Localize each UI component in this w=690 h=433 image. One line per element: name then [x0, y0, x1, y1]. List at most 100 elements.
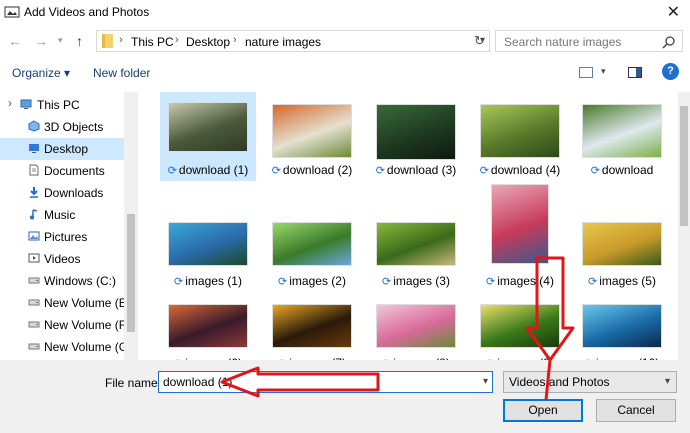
pc-icon [20, 99, 32, 109]
sidebar-item-label: Downloads [44, 186, 104, 200]
file-tile[interactable]: ⟳images (8) [368, 294, 464, 360]
sidebar-item-3d-objects[interactable]: 3D Objects [0, 116, 124, 138]
file-tile[interactable]: ⟳ images (1) [160, 212, 256, 292]
file-thumbnail [376, 104, 456, 160]
file-tile[interactable]: ⟳ images (5) [574, 212, 670, 292]
preview-pane-icon[interactable] [628, 67, 642, 78]
cube-icon [28, 120, 40, 132]
drive-icon [28, 321, 40, 328]
help-icon[interactable]: ? [662, 63, 679, 80]
new-folder-button[interactable]: New folder [93, 66, 150, 80]
sidebar-item-label: 3D Objects [44, 120, 104, 134]
file-type-value: Videos and Photos [509, 375, 610, 389]
search-icon[interactable] [662, 35, 676, 49]
breadcrumb-desktop[interactable]: Desktop [186, 35, 230, 49]
file-name: ⟳ download (4) [472, 163, 568, 177]
sidebar-item-documents[interactable]: Documents [0, 160, 124, 182]
sidebar-item-windows-c[interactable]: Windows (C:) [0, 270, 124, 292]
file-name: ⟳ download (1) [160, 163, 256, 177]
sidebar-item-new-volume-e[interactable]: New Volume (E:) [0, 292, 134, 314]
sidebar-item-downloads[interactable]: Downloads [0, 182, 124, 204]
file-thumbnail [272, 104, 352, 158]
file-thumbnail [480, 304, 560, 348]
sidebar-item-label: Music [44, 208, 76, 222]
recent-locations-icon[interactable]: ▾ [58, 35, 63, 46]
file-tile[interactable]: ⟳ download (4) [472, 92, 568, 181]
file-tile[interactable]: ⟳ download [574, 92, 670, 181]
search-input[interactable]: Search nature images [504, 35, 621, 49]
crumb-separator: › [175, 34, 179, 46]
chevron-down-icon[interactable]: ▾ [483, 376, 488, 387]
file-name-field[interactable]: download (1) ▾ [158, 371, 493, 393]
file-tile[interactable]: ⟳images (10) [574, 294, 670, 360]
change-view-icon[interactable] [579, 67, 593, 78]
sidebar-item-new-volume-g[interactable]: New Volume (G:) [0, 336, 135, 358]
file-tile[interactable]: ⟳ images (2) [264, 212, 360, 292]
file-type-select[interactable]: Videos and Photos ▾ [503, 371, 677, 393]
breadcrumb-nature-images[interactable]: nature images [245, 35, 321, 49]
file-name: ⟳ images (4) [472, 274, 568, 288]
file-tile[interactable]: ⟳ images (3) [368, 212, 464, 292]
file-thumbnail [480, 104, 560, 158]
file-tile[interactable]: ⟳images (7) [264, 294, 360, 360]
sidebar-item-new-volume-f[interactable]: New Volume (F:) [0, 314, 133, 336]
expand-chevron-icon[interactable]: › [8, 96, 12, 110]
file-thumbnail [168, 102, 248, 152]
up-button[interactable]: ↑ [76, 33, 83, 49]
photos-app-icon [4, 6, 20, 18]
file-thumbnail [582, 104, 662, 158]
sync-status-icon: ⟳ [590, 165, 600, 177]
navigation-scrollbar[interactable] [124, 92, 138, 360]
crumb-separator: › [233, 34, 237, 46]
sidebar-item-videos[interactable]: Videos [0, 248, 124, 270]
forward-button[interactable]: → [34, 33, 48, 49]
file-name: ⟳ images (5) [574, 274, 670, 288]
refresh-button[interactable]: ↻ [470, 30, 490, 52]
file-thumbnail [168, 222, 248, 266]
sidebar-item-desktop[interactable]: Desktop [0, 138, 124, 160]
sync-status-icon: ⟳ [588, 276, 598, 288]
file-thumbnail [582, 304, 662, 348]
sidebar-item-music[interactable]: Music [0, 204, 124, 226]
file-name-text: images (1) [185, 274, 242, 288]
search-box[interactable]: Search nature images [495, 30, 683, 52]
organize-menu[interactable]: Organize ▾ [12, 66, 70, 80]
sidebar-item-this-pc[interactable]: › This PC [0, 94, 124, 116]
chevron-down-icon[interactable]: ▾ [665, 376, 670, 387]
sync-status-icon: ⟳ [375, 165, 385, 177]
back-button[interactable]: ← [8, 33, 22, 49]
breadcrumb-this-pc[interactable]: This PC [131, 35, 174, 49]
chevron-down-icon[interactable]: ▾ [601, 66, 606, 77]
desktop-icon [29, 144, 39, 153]
window-title: Add Videos and Photos [24, 5, 150, 19]
file-tile[interactable]: ⟳ images (4) [472, 184, 568, 292]
file-name-label: File name: [105, 376, 162, 390]
sidebar-item-label: Desktop [44, 142, 89, 156]
file-name-text: images (5) [599, 274, 656, 288]
sidebar-item-pictures[interactable]: Pictures [0, 226, 124, 248]
file-name: ⟳ images (2) [264, 274, 360, 288]
cancel-button[interactable]: Cancel [596, 399, 676, 422]
sync-status-icon: ⟳ [486, 276, 496, 288]
file-name: ⟳ download (2) [264, 163, 360, 177]
file-tile[interactable]: ⟳ download (3) [368, 92, 464, 181]
file-tile[interactable]: ⟳images (9) [472, 294, 568, 360]
file-name-text: download [601, 163, 654, 177]
file-name-value[interactable]: download (1) [163, 375, 232, 389]
file-name-text: images (4) [497, 274, 554, 288]
sync-status-icon: ⟳ [382, 276, 392, 288]
open-button[interactable]: Open [503, 399, 583, 422]
scroll-thumb[interactable] [680, 106, 688, 226]
sync-status-icon: ⟳ [479, 165, 489, 177]
file-name-text: download (1) [178, 163, 249, 177]
file-tile[interactable]: ⟳ download (2) [264, 92, 360, 181]
file-list-scrollbar[interactable] [678, 92, 690, 360]
address-bar[interactable]: › This PC › Desktop › nature images ▾ [96, 30, 490, 52]
file-name: ⟳ images (3) [368, 274, 464, 288]
sidebar-item-label: This PC [37, 98, 80, 112]
sidebar-item-label: Documents [44, 164, 105, 178]
close-button[interactable]: ✕ [667, 2, 680, 22]
file-tile[interactable]: ⟳ download (1) [160, 92, 256, 181]
file-tile[interactable]: ⟳images (6) [160, 294, 256, 360]
scroll-thumb[interactable] [127, 214, 135, 332]
